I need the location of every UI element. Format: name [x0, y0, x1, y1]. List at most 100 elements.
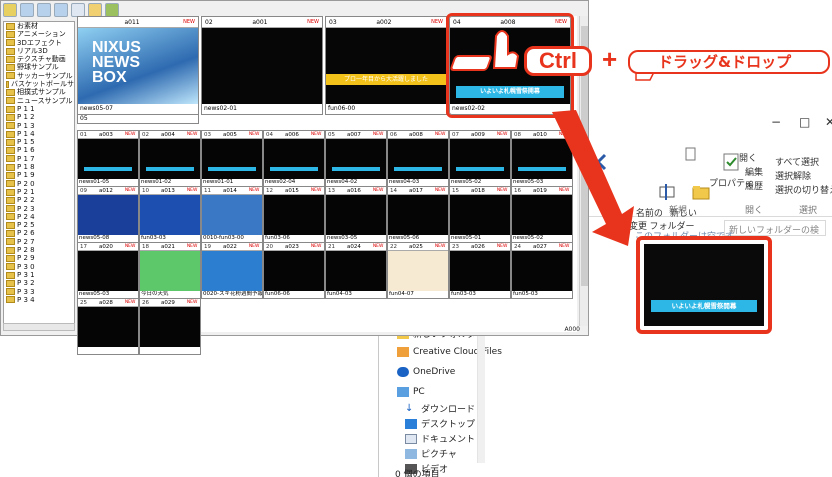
tree-item[interactable]: P 2 2: [4, 196, 74, 204]
nav-item-documents[interactable]: ドキュメント: [405, 432, 475, 445]
nav-item-desktop[interactable]: デスクトップ: [405, 417, 475, 430]
tree-item[interactable]: P 1 5: [4, 138, 74, 146]
thumbnail-cell[interactable]: 26 a029 NEW: [139, 298, 201, 355]
tree-item[interactable]: P 2 6: [4, 229, 74, 237]
tree-item[interactable]: P 1 7: [4, 155, 74, 163]
thumbnail-cell[interactable]: 12 a015 NEW fun03-06: [263, 186, 325, 243]
thumbnail-cell[interactable]: 10 a013 NEW fun03-03: [139, 186, 201, 243]
select-all-button[interactable]: すべて選択: [775, 155, 819, 168]
tree-item[interactable]: 3Dエフェクト: [4, 39, 74, 47]
screenshot-stage: − □ ✕ 削除 名前の 変更 新しい フォルダー 新規 プロパティ 開く 編集…: [0, 0, 832, 477]
tree-item[interactable]: P 1 6: [4, 146, 74, 154]
thumbnail-cell[interactable]: 08 a010 NEW news05-03: [511, 130, 573, 187]
thumbnail-cell[interactable]: 05 a007 NEW news04-02: [325, 130, 387, 187]
tree-item[interactable]: アニメーション: [4, 30, 74, 38]
tree-item[interactable]: 野球サンプル: [4, 63, 74, 71]
tree-item[interactable]: P 1 8: [4, 163, 74, 171]
export-icon[interactable]: [105, 3, 119, 17]
cell-number: 10: [142, 188, 149, 194]
view-grid-icon[interactable]: [37, 3, 51, 17]
tree-item[interactable]: P 2 9: [4, 254, 74, 262]
tree-item[interactable]: P 1 4: [4, 130, 74, 138]
nav-scrollbar[interactable]: [477, 335, 485, 463]
thumbnail-cell-large[interactable]: 02 a001 NEW news02-01: [201, 16, 323, 115]
invert-selection-button[interactable]: 選択の切り替え: [775, 183, 832, 196]
thumbnail-cell[interactable]: 22 a025 NEW fun04-07: [387, 242, 449, 299]
thumbnail-cell[interactable]: 11 a014 NEW 0010-fun03-00: [201, 186, 263, 243]
nav-item-downloads[interactable]: ↓ ダウンロード: [405, 402, 475, 415]
tree-item[interactable]: リアル3D: [4, 47, 74, 55]
history-button[interactable]: 履歴: [745, 179, 763, 192]
cell-number: 01: [80, 132, 87, 138]
tree-item[interactable]: P 2 3: [4, 205, 74, 213]
thumbnail-cell[interactable]: 02 a004 NEW news01-02: [139, 130, 201, 187]
cell-number: 12: [266, 188, 273, 194]
cell-thumbnail: [264, 139, 324, 179]
thumbnail-cell[interactable]: 13 a016 NEW news03-05: [325, 186, 387, 243]
caption-band: [455, 167, 504, 171]
tree-item[interactable]: P 1 2: [4, 113, 74, 121]
tree-item[interactable]: お素材: [4, 22, 74, 30]
tree-item[interactable]: P 1 3: [4, 122, 74, 130]
thumbnail-cell[interactable]: 03 a005 NEW news01-01: [201, 130, 263, 187]
undo-icon[interactable]: [71, 3, 85, 17]
open-menu[interactable]: 開く: [739, 151, 757, 164]
thumbnail-cell[interactable]: 25 a028 NEW: [77, 298, 139, 355]
thumbnail-cell[interactable]: 01 a003 NEW news01-05: [77, 130, 139, 187]
tree-item[interactable]: P 3 2: [4, 279, 74, 287]
thumbnail-cell[interactable]: 19 a022 NEW 0020-スギ花粉週間予報: [201, 242, 263, 299]
thumbnail-cell-large[interactable]: 03 a002 NEW プロ一年目から大活躍しました fun06-00: [325, 16, 447, 115]
nav-item-creative-cloud[interactable]: Creative Cloud Files: [397, 347, 502, 357]
view-thumb-icon[interactable]: [54, 3, 68, 17]
tree-item[interactable]: P 2 5: [4, 221, 74, 229]
tree-item[interactable]: ニュースサンプル: [4, 97, 74, 105]
folder-open-icon[interactable]: [3, 3, 17, 17]
tree-item[interactable]: P 3 0: [4, 263, 74, 271]
thumbnail-cell[interactable]: 20 a023 NEW fun06-06: [263, 242, 325, 299]
view-list-icon[interactable]: [20, 3, 34, 17]
new-badge: NEW: [372, 132, 384, 137]
tree-item[interactable]: P 1 1: [4, 105, 74, 113]
tree-item[interactable]: サッカーサンプル: [4, 72, 74, 80]
thumbnail-cell[interactable]: 16 a019 NEW news05-02: [511, 186, 573, 243]
thumbnail-cell[interactable]: 04 a006 NEW news02-04: [263, 130, 325, 187]
new-badge: NEW: [186, 132, 198, 137]
thumbnail-cell[interactable]: 18 a021 NEW 今日の天気: [139, 242, 201, 299]
tree-item[interactable]: P 2 7: [4, 238, 74, 246]
new-item-icon[interactable]: [684, 147, 698, 164]
invert-selection-label: 選択の切り替え: [775, 186, 832, 196]
dropped-file-thumbnail[interactable]: いよいよ札幌雪祭開幕: [636, 236, 772, 334]
thumbnail-cell[interactable]: 06 a008 NEW news04-03: [387, 130, 449, 187]
tree-item[interactable]: P 2 8: [4, 246, 74, 254]
tree-item[interactable]: P 2 0: [4, 180, 74, 188]
cell-header: 17 a020 NEW: [78, 243, 138, 251]
thumbnail-cell[interactable]: 07 a009 NEW news05-02: [449, 130, 511, 187]
thumbnail-cell[interactable]: 24 a027 NEW fun05-03: [511, 242, 573, 299]
thumbnail-cell[interactable]: 15 a018 NEW news05-01: [449, 186, 511, 243]
delete-button[interactable]: 削除: [587, 151, 609, 189]
tree-item[interactable]: 相撲式サンプル: [4, 88, 74, 96]
tree-item[interactable]: P 3 1: [4, 271, 74, 279]
nav-item-onedrive[interactable]: OneDrive: [397, 367, 455, 377]
tree-item[interactable]: P 3 4: [4, 296, 74, 304]
thumbnail-cell[interactable]: 21 a024 NEW fun04-03: [325, 242, 387, 299]
edit-button[interactable]: 編集: [745, 165, 763, 178]
thumbnail-cell[interactable]: 23 a026 NEW fun03-03: [449, 242, 511, 299]
folder-icon: [6, 47, 15, 55]
nav-item-pictures[interactable]: ピクチャ: [405, 447, 457, 460]
cell-id: a024: [346, 244, 361, 250]
thumbnail-cell-large[interactable]: a011 NEW NIXUS NEWS BOX news05-07: [77, 16, 199, 115]
cell-id: a018: [470, 188, 485, 194]
tree-item[interactable]: P 3 3: [4, 288, 74, 296]
cell-header: 16 a019 NEW: [512, 187, 572, 195]
select-none-button[interactable]: 選択解除: [775, 169, 811, 182]
tree-item[interactable]: P 1 9: [4, 171, 74, 179]
tree-item[interactable]: P 2 1: [4, 188, 74, 196]
sort-icon[interactable]: [88, 3, 102, 17]
thumbnail-cell[interactable]: 09 a012 NEW news05-08: [77, 186, 139, 243]
thumbnail-cell[interactable]: 17 a020 NEW news05-03: [77, 242, 139, 299]
tree-horizontal-scrollbar[interactable]: [3, 323, 75, 331]
tree-item[interactable]: P 2 4: [4, 213, 74, 221]
nav-item-pc[interactable]: PC: [397, 387, 425, 397]
thumbnail-cell[interactable]: 14 a017 NEW news05-06: [387, 186, 449, 243]
